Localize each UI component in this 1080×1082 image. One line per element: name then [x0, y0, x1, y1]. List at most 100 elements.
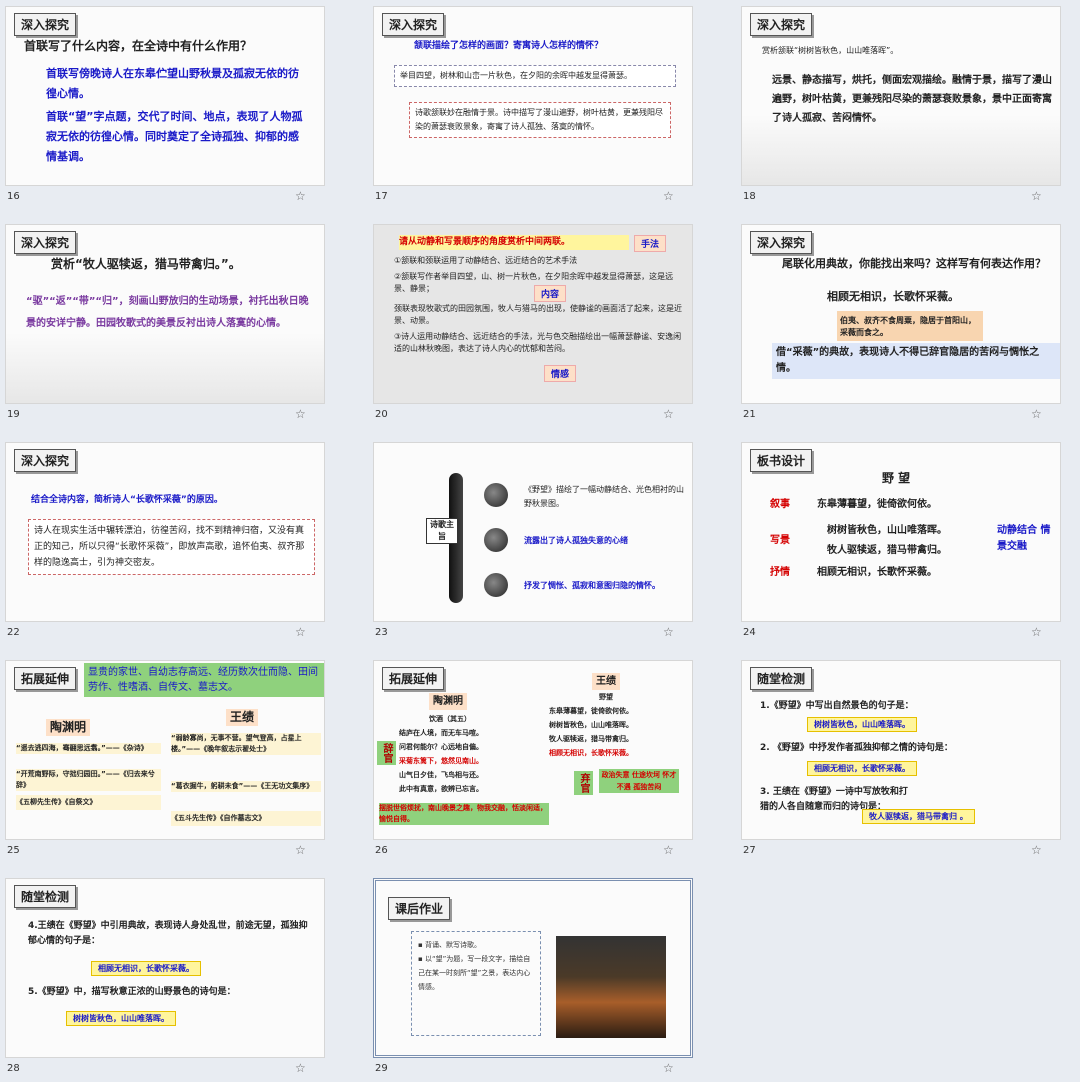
- question: 首联写了什么内容，在全诗中有什么作用？: [24, 39, 253, 53]
- label-emotion: 情感: [544, 365, 577, 382]
- board-title: 野 望: [882, 471, 911, 485]
- row-text: 树树皆秋色，山山唯落晖。: [827, 525, 947, 536]
- slide-thumb-22[interactable]: 深入探究 结合全诗内容，简析诗人“长歌怀采薇”的原因。 诗人在现实生活中辗转漂泊…: [0, 436, 330, 646]
- name-wang: 王绩: [226, 709, 259, 726]
- slide-tag: 拓展延伸: [14, 667, 77, 690]
- slide-thumb-28[interactable]: 随堂检测 4.王绩在《野望》中引用典故，表现诗人身处乱世，前途无望，孤独抑郁心情…: [0, 872, 330, 1082]
- homework-item-2: ▪ 以“望”为题，写一段文字，描绘自己在某一时刻所“望”之景，表达内心情感。: [418, 955, 531, 991]
- poem-line: 相顾无相识，长歌怀采薇。: [827, 290, 959, 303]
- slide-number: 22: [7, 627, 20, 638]
- poem2-line: 相顾无相识，长歌怀采薇。: [549, 749, 633, 757]
- label-content: 内容: [534, 285, 567, 302]
- quote-5: “葛衣掘牛，躬耕未食”——《王无功文集序》: [171, 781, 321, 792]
- theme-label: 诗歌主旨: [426, 518, 458, 544]
- star-icon[interactable]: ☆: [1031, 843, 1042, 857]
- homework-item-1: ▪ 背诵、默写诗歌。: [418, 941, 481, 949]
- slide-thumb-29[interactable]: 课后作业 ▪ 背诵、默写诗歌。 ▪ 以“望”为题，写一段文字，描绘自己在某一时刻…: [368, 872, 698, 1082]
- slide-number: 29: [375, 1063, 388, 1074]
- quote-2: “开荒南野际，守拙归园田。”——《归去来兮辞》: [16, 769, 161, 791]
- slide-tag: 板书设计: [750, 449, 813, 472]
- question: 结合全诗内容，简析诗人“长歌怀采薇”的原因。: [31, 495, 223, 505]
- question-1: 1.《野望》中写出自然景色的句子是：: [760, 701, 914, 711]
- star-icon[interactable]: ☆: [295, 625, 306, 639]
- answer-1: 举目四望，树林和山峦一片秋色，在夕阳的余晖中越发显得萧瑟。: [394, 65, 676, 87]
- slide-tag: 深入探究: [14, 449, 77, 472]
- question: 尾联化用典故，你能找出来吗？这样写有何表达作用？: [782, 257, 1046, 270]
- poem2-line: 野望: [599, 693, 613, 701]
- star-icon[interactable]: ☆: [295, 1061, 306, 1075]
- star-icon[interactable]: ☆: [295, 407, 306, 421]
- slide-thumb-20[interactable]: 请从动静和写景顺序的角度赏析中间两联。 手法 ①颔联和颈联运用了动静结合、远近结…: [368, 218, 698, 428]
- poem1-line: 山气日夕佳，飞鸟相与还。: [399, 771, 483, 779]
- slide-thumb-16[interactable]: 深入探究 首联写了什么内容，在全诗中有什么作用？ 首联写傍晚诗人在东皋伫望山野秋…: [0, 0, 330, 210]
- poem1-line: 结庐在人境，而无车马喧。: [399, 729, 483, 737]
- theme-point-2: 流露出了诗人孤独失意的心绪: [524, 536, 628, 545]
- answer-3: 牧人驱犊返，猎马带禽归 。: [862, 809, 975, 824]
- slide-sorter: 深入探究 首联写了什么内容，在全诗中有什么作用？ 首联写傍晚诗人在东皋伫望山野秋…: [0, 0, 1080, 1080]
- poem2-line: 东皋薄暮望，徙倚欲何依。: [549, 707, 633, 715]
- slide-tag: 深入探究: [382, 13, 445, 36]
- row-label: 写景: [770, 535, 790, 546]
- poem1-line: 饮酒（其五）: [429, 715, 471, 723]
- question-5: 5.《野望》中，描写秋意正浓的山野景色的诗句是：: [28, 987, 236, 997]
- row-label: 叙事: [770, 499, 790, 510]
- label-technique: 手法: [634, 235, 667, 252]
- answer-5: 树树皆秋色，山山唯落晖。: [66, 1011, 176, 1026]
- row-text: 东皋薄暮望，徙倚欲何依。: [817, 499, 937, 510]
- slide-number: 18: [743, 191, 756, 202]
- answer-1: 首联写傍晚诗人在东皋伫望山野秋景及孤寂无依的彷徨心情。: [46, 67, 299, 100]
- row-label: 抒情: [770, 567, 790, 578]
- star-icon[interactable]: ☆: [295, 843, 306, 857]
- ink-landscape: [742, 115, 1060, 185]
- star-icon[interactable]: ☆: [663, 189, 674, 203]
- poem2-line: 树树皆秋色，山山唯落晖。: [549, 721, 633, 729]
- star-icon[interactable]: ☆: [663, 1061, 674, 1075]
- quote-4: “弱龄寡尚，无事不营。望气登高，占星上楼。”——《晚年叙志示翟处士》: [171, 733, 321, 755]
- slide-tag: 随堂检测: [750, 667, 813, 690]
- slide-number: 27: [743, 845, 756, 856]
- slide-thumb-27[interactable]: 随堂检测 1.《野望》中写出自然景色的句子是： 树树皆秋色，山山唯落晖。 2. …: [736, 654, 1066, 864]
- slide-thumb-17[interactable]: 深入探究 颔联描绘了怎样的画面？寄寓诗人怎样的情怀？ 举目四望，树林和山峦一片秋…: [368, 0, 698, 210]
- slide-thumb-23[interactable]: 诗歌主旨 《野望》描绘了一幅动静结合、光色相衬的山野秋景图。 流露出了诗人孤独失…: [368, 436, 698, 646]
- slide-thumb-19[interactable]: 深入探究 赏析“牧人驱犊返，猎马带禽归。”。 “驱”“返”“带”“归”，刻画山野…: [0, 218, 330, 428]
- theme-point-3: 抒发了惆怅、孤寂和意图归隐的情怀。: [524, 581, 660, 590]
- slide-thumb-26[interactable]: 拓展延伸 陶渊明 王绩 饮酒（其五） 结庐在人境，而无车马喧。 问君何能尔？心远…: [368, 654, 698, 864]
- seal-label: 弃官: [574, 771, 593, 795]
- slide-heading: 请从动静和写景顺序的角度赏析中间两联。: [399, 235, 629, 250]
- question: 颔联描绘了怎样的画面？寄寓诗人怎样的情怀？: [414, 41, 604, 51]
- star-icon[interactable]: ☆: [663, 843, 674, 857]
- poem1-line: 采菊东篱下，悠然见南山。: [399, 757, 483, 765]
- star-icon[interactable]: ☆: [295, 189, 306, 203]
- slide-tag: 深入探究: [14, 231, 77, 254]
- question-2: 2. 《野望》中抒发作者孤独抑郁之情的诗句是：: [760, 743, 953, 753]
- theme-point-1: 《野望》描绘了一幅动静结合、光色相衬的山野秋景图。: [524, 485, 684, 508]
- slide-thumb-18[interactable]: 深入探究 赏析颔联“树树皆秋色，山山唯落晖”。 远景、静态描写，烘托，侧面宏观描…: [736, 0, 1066, 210]
- star-icon[interactable]: ☆: [1031, 407, 1042, 421]
- slide-number: 19: [7, 409, 20, 420]
- point-1: ①颔联和颈联运用了动静结合、远近结合的艺术手法: [394, 256, 578, 265]
- star-icon[interactable]: ☆: [1031, 625, 1042, 639]
- star-icon[interactable]: ☆: [1031, 189, 1042, 203]
- question-4: 4.王绩在《野望》中引用典故，表现诗人身处乱世，前途无望，孤独抑郁心情的句子是：: [28, 921, 308, 946]
- slide-thumb-25[interactable]: 拓展延伸 显贵的家世、自幼志存高远、经历数次仕而隐、田间劳作、性嗜酒、自传文、墓…: [0, 654, 330, 864]
- answer-1: “驱”“返”“带”“归”，刻画山野放归的生动场景，衬托出秋日晚景的安详宁静。田园…: [26, 296, 309, 329]
- slide-tag: 深入探究: [750, 13, 813, 36]
- poem1-line: 问君何能尔？心远地自偏。: [399, 743, 483, 751]
- slide-thumb-24[interactable]: 板书设计 野 望 叙事 东皋薄暮望，徙倚欲何依。 写景 树树皆秋色，山山唯落晖。…: [736, 436, 1066, 646]
- answer-4: 相顾无相识，长歌怀采薇。: [91, 961, 201, 976]
- slide-tag: 拓展延伸: [382, 667, 445, 690]
- question: 赏析“牧人驱犊返，猎马带禽归。”。: [51, 257, 241, 271]
- allusion-note: 伯夷、叔齐不食周粟，隐居于首阳山，采薇而食之。: [837, 311, 983, 341]
- name-tao: 陶渊明: [429, 693, 467, 710]
- quote-6: 《五斗先生传》《自作墓志文》: [171, 811, 321, 826]
- slide-number: 28: [7, 1063, 20, 1074]
- wang-summary: 政治失意 仕途坎坷 怀才不遇 孤独苦闷: [599, 769, 679, 793]
- star-icon[interactable]: ☆: [663, 625, 674, 639]
- slide-tag: 课后作业: [388, 897, 451, 920]
- answer-1: 借“采薇”的典故，表现诗人不得已辞官隐居的苦闷与惆怅之情。: [772, 343, 1060, 379]
- star-icon[interactable]: ☆: [663, 407, 674, 421]
- seal-label: 辞官: [377, 741, 396, 765]
- slide-thumb-21[interactable]: 深入探究 尾联化用典故，你能找出来吗？这样写有何表达作用？ 相顾无相识，长歌怀采…: [736, 218, 1066, 428]
- dot-icon: [484, 573, 508, 597]
- homework-box: ▪ 背诵、默写诗歌。 ▪ 以“望”为题，写一段文字，描绘自己在某一时刻所“望”之…: [411, 931, 541, 1036]
